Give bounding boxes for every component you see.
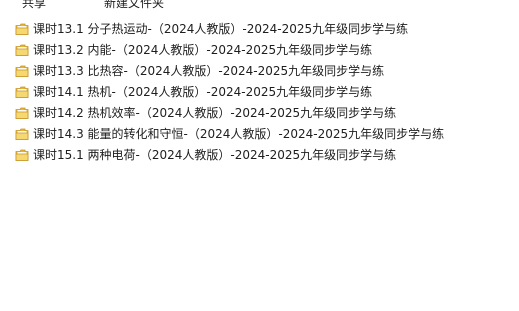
folder-icon xyxy=(15,148,29,162)
file-list: 课时13.1 分子热运动-（2024人教版）-2024-2025九年级同步学与练… xyxy=(0,18,519,165)
toolbar-share-button[interactable]: 共享 xyxy=(22,0,46,11)
file-name: 课时13.3 比热容-（2024人教版）-2024-2025九年级同步学与练 xyxy=(33,64,385,78)
file-name: 课时14.3 能量的转化和守恒-（2024人教版）-2024-2025九年级同步… xyxy=(33,127,445,141)
folder-icon-graphic xyxy=(15,65,29,77)
folder-icon-graphic xyxy=(15,128,29,140)
folder-icon xyxy=(15,85,29,99)
folder-icon-graphic xyxy=(15,107,29,119)
folder-icon xyxy=(15,22,29,36)
file-name: 课时14.2 热机效率-（2024人教版）-2024-2025九年级同步学与练 xyxy=(33,106,397,120)
folder-icon-graphic xyxy=(15,23,29,35)
list-item[interactable]: 课时13.1 分子热运动-（2024人教版）-2024-2025九年级同步学与练 xyxy=(0,18,519,39)
file-name: 课时15.1 两种电荷-（2024人教版）-2024-2025九年级同步学与练 xyxy=(33,148,397,162)
file-name: 课时13.2 内能-（2024人教版）-2024-2025九年级同步学与练 xyxy=(33,43,373,57)
list-item[interactable]: 课时14.3 能量的转化和守恒-（2024人教版）-2024-2025九年级同步… xyxy=(0,123,519,144)
folder-icon xyxy=(15,106,29,120)
file-explorer-window: 共享 新建文件夹 课时13.1 分子热运动-（2024人教版）-2024-202… xyxy=(0,0,519,311)
folder-icon xyxy=(15,127,29,141)
list-item[interactable]: 课时13.2 内能-（2024人教版）-2024-2025九年级同步学与练 xyxy=(0,39,519,60)
folder-icon-graphic xyxy=(15,149,29,161)
list-item[interactable]: 课时14.1 热机-（2024人教版）-2024-2025九年级同步学与练 xyxy=(0,81,519,102)
list-item[interactable]: 课时13.3 比热容-（2024人教版）-2024-2025九年级同步学与练 xyxy=(0,60,519,81)
list-item[interactable]: 课时15.1 两种电荷-（2024人教版）-2024-2025九年级同步学与练 xyxy=(0,144,519,165)
toolbar: 共享 新建文件夹 xyxy=(0,0,519,11)
folder-icon-graphic xyxy=(15,86,29,98)
toolbar-new-folder-button[interactable]: 新建文件夹 xyxy=(104,0,164,11)
file-name: 课时14.1 热机-（2024人教版）-2024-2025九年级同步学与练 xyxy=(33,85,373,99)
folder-icon-graphic xyxy=(15,44,29,56)
folder-icon xyxy=(15,64,29,78)
folder-icon xyxy=(15,43,29,57)
list-item[interactable]: 课时14.2 热机效率-（2024人教版）-2024-2025九年级同步学与练 xyxy=(0,102,519,123)
file-name: 课时13.1 分子热运动-（2024人教版）-2024-2025九年级同步学与练 xyxy=(33,22,409,36)
